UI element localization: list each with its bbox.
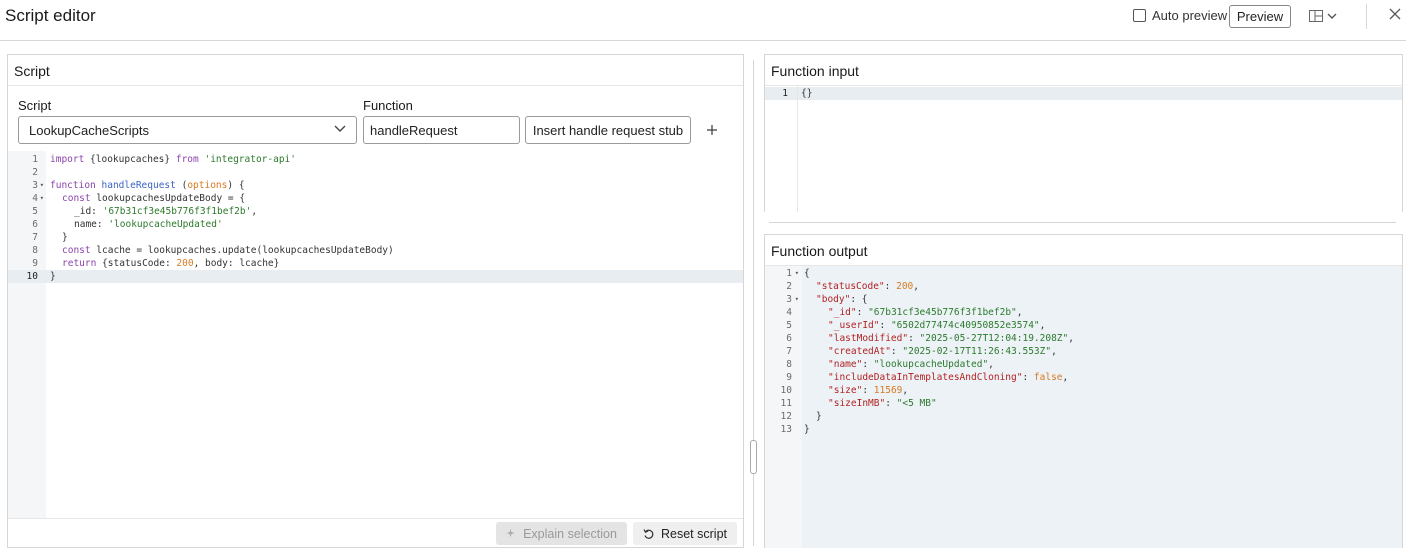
code-line: import {lookupcaches} from 'integrator-a… bbox=[50, 154, 296, 165]
line-number: 2 bbox=[32, 167, 38, 178]
function-input-heading: Function input bbox=[765, 55, 1402, 86]
code-line: } bbox=[804, 424, 810, 435]
code-line: "_userId": "6502d77474c40950852e3574", bbox=[828, 320, 1046, 331]
reset-icon bbox=[643, 528, 654, 539]
function-output-editor: 1 ▾ 2 3 ▾ 4 5 6 7 8 9 10 11 12 13 { "statu… bbox=[765, 266, 1402, 548]
code-line: } bbox=[46, 270, 743, 283]
script-panel-heading: Script bbox=[8, 55, 743, 86]
code-line: } bbox=[62, 232, 68, 243]
function-input-label: Function bbox=[363, 98, 413, 113]
auto-preview-toggle[interactable]: Auto preview bbox=[1133, 8, 1227, 23]
line-number: 1 bbox=[782, 88, 788, 99]
fold-icon[interactable]: ▾ bbox=[40, 192, 44, 205]
line-number: 6 bbox=[786, 333, 792, 344]
code-line: } bbox=[816, 411, 822, 422]
insert-stub-button[interactable]: Insert handle request stub bbox=[525, 116, 691, 144]
sparkle-icon bbox=[506, 528, 515, 538]
code-line: "_id": "67b31cf3e45b776f3f1bef2b", bbox=[828, 307, 1023, 318]
function-input-editor[interactable]: 1 {} bbox=[765, 86, 1402, 212]
code-line: "sizeInMB": "<5 MB" bbox=[828, 398, 937, 409]
preview-button[interactable]: Preview bbox=[1229, 5, 1291, 28]
code-line: function handleRequest (options) { bbox=[50, 180, 245, 191]
line-number: 8 bbox=[786, 359, 792, 370]
header-divider bbox=[1366, 4, 1367, 29]
line-number: 5 bbox=[786, 320, 792, 331]
function-output-panel: Function output 1 ▾ 2 3 ▾ 4 5 6 7 8 9 10 1… bbox=[764, 234, 1403, 548]
line-number: 9 bbox=[32, 258, 38, 269]
close-icon[interactable] bbox=[1387, 6, 1403, 22]
line-number: 1 bbox=[32, 154, 38, 165]
code-line: "includeDataInTemplatesAndCloning": fals… bbox=[828, 372, 1069, 383]
explain-selection-label: Explain selection bbox=[523, 526, 617, 541]
code-line: {} bbox=[798, 87, 1402, 100]
code-line: "size": 11569, bbox=[828, 385, 909, 396]
line-number: 11 bbox=[780, 398, 792, 409]
fold-icon[interactable]: ▾ bbox=[795, 267, 799, 280]
line-number: 7 bbox=[786, 346, 792, 357]
code-line: "name": "lookupcacheUpdated", bbox=[828, 359, 994, 370]
line-number: 7 bbox=[32, 232, 38, 243]
fold-icon[interactable]: ▾ bbox=[40, 179, 44, 192]
horizontal-splitter[interactable] bbox=[769, 222, 1396, 223]
code-line: return {statusCode: 200, body: lcache} bbox=[62, 258, 280, 269]
code-line: "statusCode": 200, bbox=[816, 281, 919, 292]
script-gutter: 1 2 3 ▾ 4 ▾ 5 6 7 8 9 10 bbox=[8, 151, 46, 520]
chevron-down-icon bbox=[334, 125, 346, 132]
script-select[interactable]: LookupCacheScripts bbox=[18, 116, 357, 144]
code-line: { bbox=[804, 268, 810, 279]
code-line: _id: '67b31cf3e45b776f3f1bef2b', bbox=[74, 206, 258, 217]
code-line: "lastModified": "2025-05-27T12:04:19.208… bbox=[828, 333, 1074, 344]
script-code-editor[interactable]: 1 2 3 ▾ 4 ▾ 5 6 7 8 9 10 import {lookupcac… bbox=[8, 151, 743, 520]
function-output-heading: Function output bbox=[765, 235, 1402, 266]
header: Script editor Auto preview Preview bbox=[0, 0, 1406, 41]
script-panel: Script Script Function LookupCacheScript… bbox=[7, 54, 744, 548]
line-number: 8 bbox=[32, 245, 38, 256]
explain-selection-button[interactable]: Explain selection bbox=[496, 522, 627, 545]
line-number: 12 bbox=[780, 411, 792, 422]
function-name-field[interactable]: handleRequest bbox=[363, 116, 520, 144]
function-input-panel: Function input 1 {} bbox=[764, 54, 1403, 212]
chevron-down-icon bbox=[1327, 13, 1337, 19]
auto-preview-checkbox[interactable] bbox=[1133, 9, 1146, 22]
code-line: "body": { bbox=[816, 294, 868, 305]
script-code-area[interactable]: import {lookupcaches} from 'integrator-a… bbox=[46, 151, 743, 520]
output-gutter: 1 ▾ 2 3 ▾ 4 5 6 7 8 9 10 11 12 13 bbox=[765, 266, 802, 548]
layout-icon bbox=[1309, 10, 1323, 22]
script-footer: Explain selection Reset script bbox=[8, 518, 743, 547]
line-number: 10 bbox=[780, 385, 792, 396]
line-number: 2 bbox=[786, 281, 792, 292]
code-line: const lookupcachesUpdateBody = { bbox=[62, 193, 246, 204]
line-number: 9 bbox=[786, 372, 792, 383]
code-line: name: 'lookupcacheUpdated' bbox=[74, 219, 223, 230]
script-select-value: LookupCacheScripts bbox=[29, 122, 149, 138]
input-code-area[interactable]: {} bbox=[797, 86, 1402, 212]
line-number: 6 bbox=[32, 219, 38, 230]
auto-preview-label: Auto preview bbox=[1152, 8, 1228, 23]
line-number: 3 bbox=[32, 180, 38, 191]
reset-script-label: Reset script bbox=[661, 526, 727, 541]
page-title: Script editor bbox=[5, 6, 96, 25]
function-name-value: handleRequest bbox=[370, 122, 458, 138]
layout-menu-button[interactable] bbox=[1309, 7, 1337, 25]
input-gutter: 1 bbox=[765, 86, 797, 212]
script-select-label: Script bbox=[18, 98, 52, 113]
code-line: const lcache = lookupcaches.update(looku… bbox=[62, 245, 394, 256]
line-number: 3 bbox=[786, 294, 792, 305]
reset-script-button[interactable]: Reset script bbox=[633, 522, 737, 545]
line-number: 1 bbox=[786, 268, 792, 279]
code-line: "createdAt": "2025-02-17T11:26:43.553Z", bbox=[828, 346, 1057, 357]
output-code-area: { "statusCode": 200, "body": { "_id": "6… bbox=[802, 266, 1402, 548]
line-number: 5 bbox=[32, 206, 38, 217]
line-number: 13 bbox=[780, 424, 792, 435]
line-number: 10 bbox=[26, 271, 38, 282]
line-number: 4 bbox=[32, 193, 38, 204]
plus-icon[interactable] bbox=[706, 124, 718, 136]
line-number: 4 bbox=[786, 307, 792, 318]
fold-icon[interactable]: ▾ bbox=[795, 293, 799, 306]
splitter-handle[interactable] bbox=[750, 440, 757, 474]
